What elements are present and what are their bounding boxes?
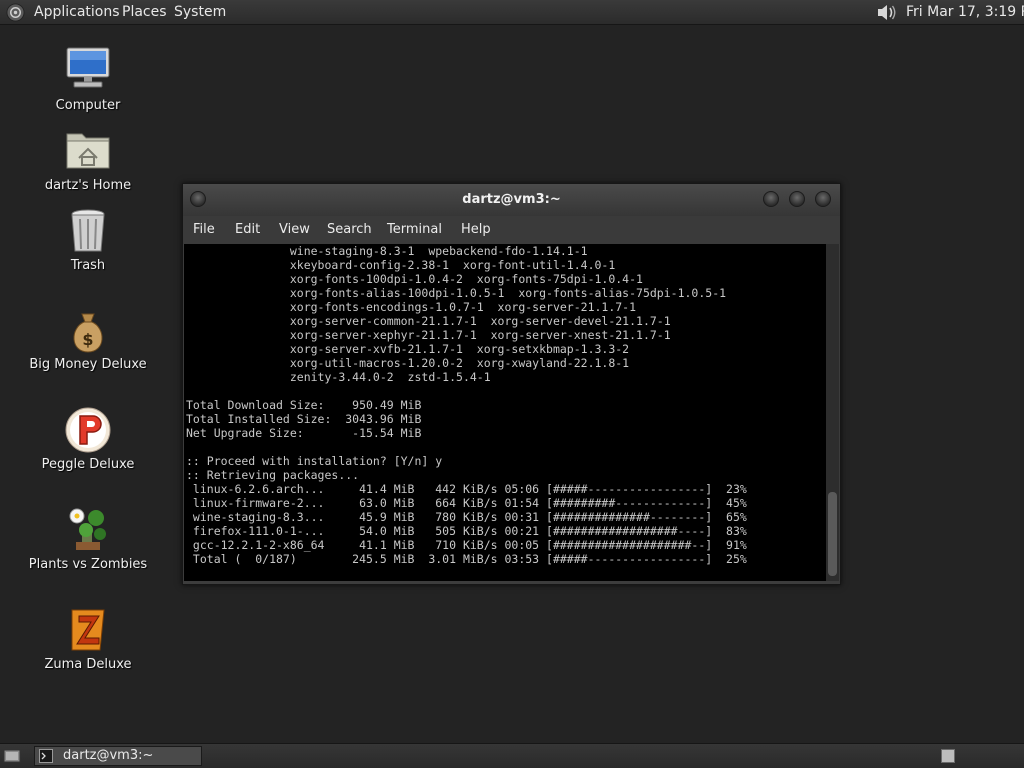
- terminal-titlebar[interactable]: dartz@vm3:~: [183, 184, 840, 216]
- trash-can-icon: [71, 209, 105, 252]
- menu-file[interactable]: File: [193, 222, 215, 237]
- places-menu[interactable]: Places: [122, 4, 167, 20]
- svg-text:$: $: [82, 330, 93, 349]
- terminal-scrollbar[interactable]: [826, 244, 839, 581]
- scrollbar-thumb[interactable]: [828, 492, 837, 576]
- desktop-icon-label: Peggle Deluxe: [41, 457, 135, 472]
- desktop-icon-label: Plants vs Zombies: [28, 557, 148, 572]
- menu-edit[interactable]: Edit: [235, 222, 260, 237]
- terminal-window[interactable]: dartz@vm3:~ File Edit View Search Termin…: [182, 183, 841, 585]
- top-panel: Applications Places System Fri Mar 17, 3…: [0, 0, 1024, 25]
- menu-search[interactable]: Search: [327, 222, 372, 237]
- workspace-switcher-icon[interactable]: [941, 749, 955, 763]
- desktop-icon-label: Big Money Deluxe: [29, 357, 147, 372]
- terminal-icon: [39, 749, 53, 763]
- speaker-volume-icon[interactable]: [876, 3, 898, 22]
- menu-help[interactable]: Help: [461, 222, 491, 237]
- minimize-button[interactable]: [763, 191, 779, 207]
- show-desktop-icon[interactable]: [3, 747, 21, 765]
- applications-menu[interactable]: Applications: [34, 4, 120, 20]
- gnome-foot-icon[interactable]: [6, 3, 25, 22]
- money-bag-icon: $: [73, 313, 103, 353]
- taskbar-terminal-button[interactable]: dartz@vm3:~: [34, 746, 202, 766]
- clock[interactable]: Fri Mar 17, 3:19 PM: [906, 4, 1024, 20]
- terminal-title: dartz@vm3:~: [462, 192, 561, 207]
- zuma-icon: [71, 609, 105, 651]
- bottom-panel: dartz@vm3:~: [0, 743, 1024, 768]
- terminal-menubar: File Edit View Search Terminal Help: [183, 216, 840, 244]
- desktop-icon-label: dartz's Home: [44, 178, 132, 193]
- home-folder-icon: [66, 133, 110, 169]
- system-menu[interactable]: System: [174, 4, 226, 20]
- close-button[interactable]: [815, 191, 831, 207]
- plants-vs-zombies-icon: [69, 508, 106, 550]
- terminal-screen[interactable]: wine-staging-8.3-1 wpebackend-fdo-1.14.1…: [184, 244, 826, 581]
- computer-monitor-icon: [66, 47, 110, 88]
- desktop-icon-label: Zuma Deluxe: [44, 657, 132, 672]
- desktop-icon-label: Computer: [55, 98, 121, 113]
- menu-view[interactable]: View: [279, 222, 310, 237]
- menu-terminal[interactable]: Terminal: [387, 222, 442, 237]
- taskbar-terminal-label: dartz@vm3:~: [63, 748, 154, 763]
- peggle-icon: [65, 407, 111, 453]
- terminal-output: wine-staging-8.3-1 wpebackend-fdo-1.14.1…: [186, 244, 747, 566]
- desktop-icon-label: Trash: [70, 258, 106, 273]
- maximize-button[interactable]: [789, 191, 805, 207]
